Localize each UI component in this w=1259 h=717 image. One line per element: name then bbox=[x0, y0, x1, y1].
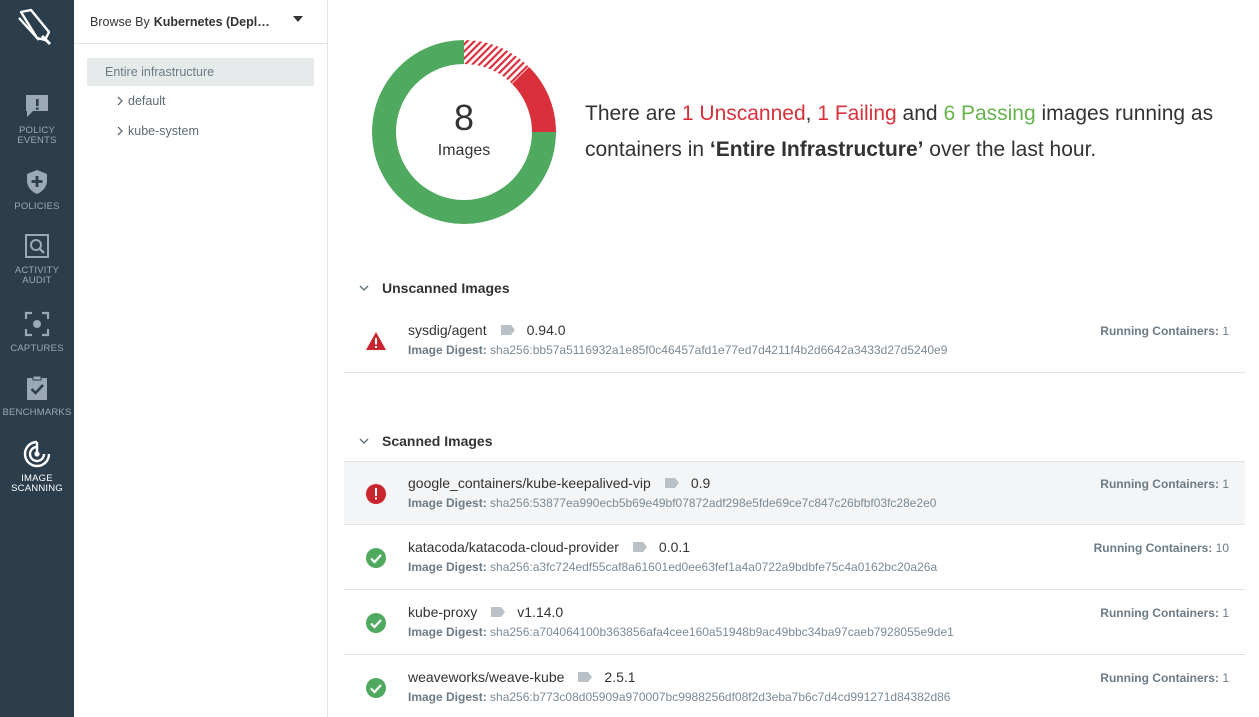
sysdig-logo-icon[interactable] bbox=[14, 6, 58, 46]
chevron-right-icon[interactable] bbox=[114, 125, 126, 137]
image-row-passing[interactable]: kube-proxy v1.14.0 Image Digest: sha256:… bbox=[344, 591, 1245, 655]
browse-by-prefix: Browse By bbox=[90, 14, 150, 29]
digest-label: Image Digest: bbox=[408, 560, 487, 574]
image-name: weaveworks/weave-kube bbox=[408, 669, 565, 685]
image-row-unscanned[interactable]: sysdig/agent 0.94.0 Image Digest: sha256… bbox=[344, 309, 1245, 373]
image-digest: sha256:53877ea990ecb5b69e49bf07872adf298… bbox=[490, 496, 937, 510]
image-name: google_containers/kube-keepalived-vip bbox=[408, 475, 651, 491]
containers-label: Running Containers: bbox=[1100, 324, 1219, 338]
clipboard-check-icon bbox=[27, 375, 47, 400]
search-window-icon bbox=[25, 234, 49, 258]
scope-name-text: ‘Entire Infrastructure’ bbox=[709, 138, 924, 161]
summary-fragment: There are bbox=[585, 102, 682, 125]
image-digest: sha256:bb57a5116932a1e85f0c46457afd1e77e… bbox=[490, 343, 948, 357]
containers-count: 1 bbox=[1222, 324, 1229, 338]
nav-activity-audit[interactable]: ACTIVITY AUDIT bbox=[0, 232, 74, 286]
containers-count: 10 bbox=[1215, 541, 1229, 555]
nav-label: AUDIT bbox=[22, 275, 52, 286]
image-tag: 2.5.1 bbox=[604, 669, 636, 685]
shield-plus-icon bbox=[27, 170, 47, 194]
chevron-right-icon[interactable] bbox=[114, 95, 126, 107]
tree-item-entire-infrastructure[interactable]: Entire infrastructure bbox=[87, 58, 314, 86]
image-total-count: 8 bbox=[453, 97, 475, 138]
tag-icon bbox=[491, 607, 506, 617]
nav-label: EVENTS bbox=[17, 135, 57, 146]
nav-label: POLICIES bbox=[14, 201, 60, 212]
chat-alert-icon bbox=[26, 95, 48, 117]
tag-icon bbox=[632, 542, 647, 552]
scan-target-icon bbox=[23, 440, 51, 468]
image-digest: sha256:a3fc724edf55caf8a61601ed0ee63fef1… bbox=[490, 560, 938, 574]
scanned-section-toggle[interactable]: Scanned Images bbox=[358, 433, 493, 449]
failing-count-text: 1 Failing bbox=[817, 102, 897, 125]
image-row-passing[interactable]: weaveworks/weave-kube 2.5.1 Image Digest… bbox=[344, 656, 1245, 717]
nav-policy-events[interactable]: POLICY EVENTS bbox=[0, 92, 74, 146]
containers-label: Running Containers: bbox=[1093, 541, 1213, 555]
left-nav: POLICY EVENTS POLICIES ACTIVITY AUDIT CA… bbox=[0, 0, 74, 717]
nav-label: BENCHMARKS bbox=[2, 407, 72, 418]
section-title: Scanned Images bbox=[382, 433, 493, 449]
image-row-failing[interactable]: google_containers/kube-keepalived-vip 0.… bbox=[344, 461, 1245, 525]
tree-item-label: kube-system bbox=[128, 124, 199, 138]
image-digest: sha256:b773c08d05909a970007bc9988256df08… bbox=[490, 690, 951, 704]
image-tag: 0.94.0 bbox=[526, 322, 566, 338]
containers-label: Running Containers: bbox=[1100, 477, 1219, 491]
image-tag: 0.9 bbox=[690, 475, 711, 491]
summary-fragment: and bbox=[896, 102, 944, 125]
scope-tree-panel: Browse By Kubernetes (Deployments) Entir… bbox=[74, 0, 328, 717]
digest-label: Image Digest: bbox=[408, 496, 487, 510]
capture-frame-icon bbox=[24, 311, 50, 337]
nav-label: CAPTURES bbox=[10, 343, 64, 354]
check-circle-icon bbox=[366, 613, 386, 633]
chevron-down-icon bbox=[359, 285, 369, 291]
summary-text: There are 1 Unscanned, 1 Failing and 6 P… bbox=[585, 96, 1245, 168]
caret-down-icon bbox=[293, 16, 303, 22]
image-tag: v1.14.0 bbox=[517, 604, 564, 620]
digest-label: Image Digest: bbox=[408, 343, 487, 357]
digest-label: Image Digest: bbox=[408, 690, 487, 704]
image-tag: 0.0.1 bbox=[658, 539, 691, 555]
chevron-down-icon bbox=[359, 438, 369, 444]
image-name: katacoda/katacoda-cloud-provider bbox=[408, 539, 619, 555]
browse-by-value: Kubernetes (Deployments) bbox=[153, 14, 276, 29]
passing-count-text: 6 Passing bbox=[943, 102, 1036, 125]
image-total-label: Images bbox=[437, 142, 491, 159]
tree-item-kube-system[interactable]: kube-system bbox=[114, 121, 199, 141]
tag-icon bbox=[578, 672, 593, 682]
tree-item-label: default bbox=[128, 94, 166, 108]
check-circle-icon bbox=[366, 678, 386, 698]
image-name: sysdig/agent bbox=[408, 322, 487, 338]
nav-image-scanning[interactable]: IMAGE SCANNING bbox=[0, 440, 74, 494]
unscanned-count-text: 1 Unscanned bbox=[681, 102, 806, 125]
tag-icon bbox=[500, 325, 515, 335]
image-name: kube-proxy bbox=[408, 604, 478, 620]
image-row-passing[interactable]: katacoda/katacoda-cloud-provider 0.0.1 I… bbox=[344, 526, 1245, 590]
nav-captures[interactable]: CAPTURES bbox=[0, 310, 74, 354]
tag-icon bbox=[664, 478, 679, 488]
image-digest: sha256:a704064100b363856afa4cee160a51948… bbox=[490, 625, 954, 639]
containers-label: Running Containers: bbox=[1100, 671, 1219, 685]
summary-fragment: , bbox=[805, 102, 818, 125]
summary-fragment: over the last hour. bbox=[923, 138, 1097, 161]
containers-count: 1 bbox=[1222, 477, 1229, 491]
tree-item-default[interactable]: default bbox=[114, 91, 166, 111]
containers-count: 1 bbox=[1222, 606, 1229, 620]
browse-by-dropdown[interactable]: Browse By Kubernetes (Deployments) bbox=[74, 0, 327, 44]
warning-triangle-icon bbox=[366, 332, 386, 350]
digest-label: Image Digest: bbox=[408, 625, 487, 639]
check-circle-icon bbox=[366, 548, 386, 568]
containers-count: 1 bbox=[1222, 671, 1229, 685]
main-content: 8 Images There are 1 Unscanned, 1 Failin… bbox=[328, 0, 1259, 717]
containers-label: Running Containers: bbox=[1100, 606, 1219, 620]
section-title: Unscanned Images bbox=[382, 280, 510, 296]
unscanned-section-toggle[interactable]: Unscanned Images bbox=[358, 280, 510, 296]
nav-benchmarks[interactable]: BENCHMARKS bbox=[0, 374, 74, 418]
nav-label: SCANNING bbox=[11, 483, 63, 494]
nav-policies[interactable]: POLICIES bbox=[0, 168, 74, 212]
error-circle-icon bbox=[366, 484, 386, 504]
